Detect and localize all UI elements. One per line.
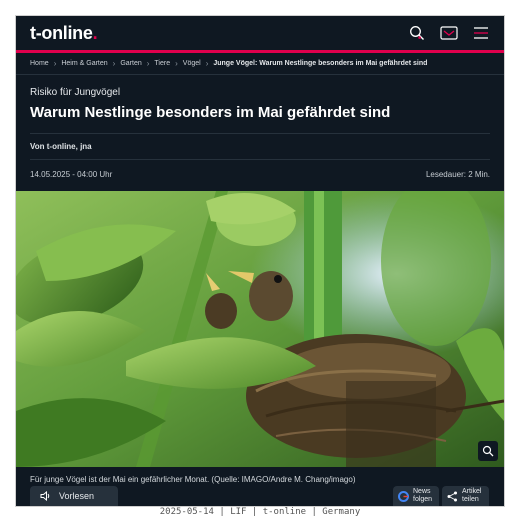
breadcrumb-current: Junge Vögel: Warum Nestlinge besonders i… (213, 60, 428, 67)
divider (30, 132, 490, 134)
site-header: t-online. (16, 16, 504, 50)
divider (30, 158, 490, 160)
breadcrumb-home[interactable]: Home (30, 60, 49, 67)
chevron-right-icon: › (53, 59, 57, 68)
chevron-right-icon: › (146, 59, 150, 68)
site-logo[interactable]: t-online. (30, 22, 98, 44)
google-icon (398, 490, 409, 502)
image-caption: Für junge Vögel ist der Mai ein gefährli… (30, 474, 356, 484)
share-line2: teilen (462, 496, 479, 503)
zoom-image-button[interactable] (478, 440, 498, 461)
header-icons (408, 24, 490, 42)
logo-text: t-online (30, 22, 93, 43)
article-kicker: Risiko für Jungvögel (30, 87, 121, 98)
breadcrumb-voegel[interactable]: Vögel (183, 60, 201, 67)
mail-icon[interactable] (440, 24, 458, 42)
read-aloud-label: Vorlesen (59, 491, 95, 501)
magnifier-icon (482, 445, 494, 457)
chevron-right-icon: › (175, 59, 178, 68)
article-author[interactable]: Von t-online, jna (30, 142, 490, 151)
news-follow-line2: folgen (413, 496, 433, 503)
breadcrumb-heim-garten[interactable]: Heim & Garten (61, 60, 107, 67)
share-line1: Artikel (462, 488, 482, 495)
article-headline: Warum Nestlinge besonders im Mai gefährd… (30, 104, 391, 121)
article-meta: 14.05.2025 - 04:00 Uhr Lesedauer: 2 Min. (30, 170, 490, 179)
share-icon (447, 491, 457, 501)
article-actions: Vorlesen News folgen Artikel teilen (16, 484, 504, 506)
nestling-photo (16, 190, 504, 467)
menu-icon[interactable] (472, 24, 490, 42)
news-follow-line1: News (413, 488, 431, 495)
breadcrumb: Home › Heim & Garten › Garten › Tiere › … (16, 53, 504, 75)
breadcrumb-garten[interactable]: Garten (120, 60, 141, 67)
share-article-button[interactable]: Artikel teilen (442, 486, 489, 506)
read-aloud-button[interactable]: Vorlesen (30, 486, 118, 506)
speaker-icon (40, 491, 50, 501)
search-icon[interactable] (408, 24, 426, 42)
article-image[interactable] (16, 190, 504, 467)
logo-dot: . (92, 22, 98, 43)
reading-time: Lesedauer: 2 Min. (425, 169, 490, 179)
chevron-right-icon: › (205, 59, 209, 68)
chevron-right-icon: › (112, 59, 116, 68)
screenshot-footer: 2025-05-14 | LIF | t-online | Germany (159, 507, 361, 517)
publish-date: 14.05.2025 - 04:00 Uhr (30, 169, 113, 179)
google-news-follow-button[interactable]: News folgen (393, 486, 439, 506)
share-label: Artikel teilen (462, 488, 481, 504)
browser-viewport: t-online. Home › Heim & Garten › Garten … (15, 15, 505, 507)
breadcrumb-tiere[interactable]: Tiere (154, 60, 170, 67)
news-follow-label: News folgen (413, 488, 432, 504)
